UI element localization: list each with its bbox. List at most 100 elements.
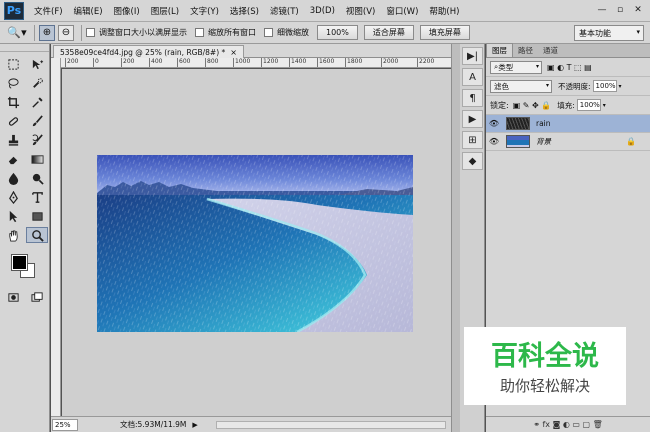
marquee-tool-icon[interactable] [2,56,24,72]
zoom-tool-preset-icon[interactable]: 🔍▾ [4,24,30,42]
fill-field[interactable]: 100% [576,99,601,111]
chevron-down-icon: ▾ [636,28,640,36]
window-controls: — ▫ ✕ [594,3,646,17]
blend-row: 滤色 ▾ 不透明度: 100% ▾ [486,77,650,96]
menu-select[interactable]: 选择(S) [230,5,259,17]
history-brush-tool-icon[interactable] [26,132,48,148]
hand-tool-icon[interactable] [2,227,24,243]
properties-panel-icon[interactable]: ⊞ [462,131,483,149]
panel-grip[interactable] [0,44,49,52]
ruler-tick: 200 [65,58,78,67]
minimize-icon[interactable]: — [594,3,610,17]
actions-panel-icon[interactable]: ▶ [462,110,483,128]
menu-window[interactable]: 窗口(W) [386,5,418,17]
menu-file[interactable]: 文件(F) [34,5,63,17]
color-swatches[interactable] [6,251,43,281]
canvas-area[interactable] [62,69,451,416]
paragraph-panel-icon[interactable]: ¶ [462,89,483,107]
ruler-tick: 200 [121,58,134,67]
vertical-ruler[interactable] [51,58,61,416]
menu-view[interactable]: 视图(V) [346,5,375,17]
actual-pixels-button[interactable]: 100% [317,25,358,40]
zoom-level-field[interactable]: 25% [52,418,78,431]
ruler-tick: 800 [205,58,218,67]
blur-tool-icon[interactable] [2,170,24,186]
layer-actions-icons[interactable]: ⚭ fx ◙ ◐ ▭ ▢ 🗑 [533,420,603,429]
eraser-tool-icon[interactable] [2,151,24,167]
document-tab[interactable]: 5358e09ce4fd4.jpg @ 25% (rain, RGB/8#) *… [53,45,244,58]
layer-thumbnail [506,117,530,130]
layer-thumbnail [506,135,530,148]
type-tool-icon[interactable] [26,189,48,205]
crop-tool-icon[interactable] [2,94,24,110]
scrubby-zoom-label: 细微缩放 [277,28,309,37]
separator [81,24,82,41]
filter-icons[interactable]: ▣ ◐ T ⬚ ▤ [547,63,592,72]
checkbox-box[interactable] [195,28,204,37]
screen-mode-icon[interactable] [26,289,48,305]
brush-tool-icon[interactable] [26,113,48,129]
status-menu-arrow-icon[interactable]: ▶ [192,421,197,429]
layer-row-rain[interactable]: 👁 rain [486,115,650,133]
scrubby-zoom-checkbox[interactable]: 细微缩放 [264,27,309,38]
workspace-select[interactable]: 基本功能 ▾ [574,25,644,41]
fill-label: 填充: [557,100,575,110]
quick-selection-tool-icon[interactable] [26,75,48,91]
lock-label: 锁定: [490,100,509,110]
menu-3d[interactable]: 3D(D) [310,6,335,16]
maximize-icon[interactable]: ▫ [612,3,628,17]
layer-row-background[interactable]: 👁 背景 🔒 [486,133,650,151]
eyedropper-tool-icon[interactable] [26,94,48,110]
ruler-tick: 600 [177,58,190,67]
resize-windows-checkbox[interactable]: 调整窗口大小以满屏显示 [86,27,187,38]
3d-panel-icon[interactable]: ◆ [462,152,483,170]
foreground-color-swatch[interactable] [11,254,28,271]
clone-stamp-tool-icon[interactable] [2,132,24,148]
move-tool-icon[interactable] [26,56,48,72]
blend-mode-select[interactable]: 滤色 ▾ [490,79,552,93]
pen-tool-icon[interactable] [2,189,24,205]
chevron-down-icon: ▾ [545,81,549,89]
opacity-field[interactable]: 100% [592,80,617,92]
tab-layers[interactable]: 图层 [486,43,513,57]
history-panel-icon[interactable]: ▶| [462,47,483,65]
menu-type[interactable]: 文字(Y) [190,5,219,17]
gradient-tool-icon[interactable] [26,151,48,167]
close-icon[interactable]: × [230,48,237,57]
character-panel-icon[interactable]: A [462,68,483,86]
eye-icon[interactable]: 👁 [486,119,502,128]
close-icon[interactable]: ✕ [630,3,646,17]
zoom-tool-icon[interactable] [26,227,48,243]
menu-layer[interactable]: 图层(L) [151,5,179,17]
layers-panel-footer: ⚭ fx ◙ ◐ ▭ ▢ 🗑 [486,416,650,432]
checkbox-box[interactable] [86,28,95,37]
tab-paths[interactable]: 路径 [513,44,538,57]
horizontal-scrollbar[interactable] [216,421,446,429]
lasso-tool-icon[interactable] [2,75,24,91]
fit-screen-button[interactable]: 适合屏幕 [363,25,414,40]
rectangle-tool-icon[interactable] [26,208,48,224]
layer-filter-row: ⌕ 类型 ▾ ▣ ◐ T ⬚ ▤ [486,58,650,77]
checkbox-box[interactable] [264,28,273,37]
menu-help[interactable]: 帮助(H) [429,5,459,17]
menu-bar: Ps 文件(F) 编辑(E) 图像(I) 图层(L) 文字(Y) 选择(S) 滤… [0,0,650,22]
menu-image[interactable]: 图像(I) [114,5,140,17]
layer-filter-type-select[interactable]: ⌕ 类型 ▾ [490,60,542,74]
path-selection-tool-icon[interactable] [2,208,24,224]
eye-icon[interactable]: 👁 [486,137,502,146]
tab-channels[interactable]: 通道 [538,44,563,57]
chevron-down-icon[interactable]: ▾ [603,102,606,109]
healing-brush-tool-icon[interactable] [2,113,24,129]
zoom-out-icon[interactable]: ⊖ [58,24,74,41]
fill-screen-button[interactable]: 填充屏幕 [419,25,470,40]
lock-icons[interactable]: ▣ ✎ ✥ 🔒 [513,101,552,110]
menu-edit[interactable]: 编辑(E) [74,5,103,17]
zoom-in-icon[interactable]: ⊕ [39,24,55,41]
menu-filter[interactable]: 滤镜(T) [270,5,299,17]
quick-mask-icon[interactable] [2,289,24,305]
horizontal-ruler[interactable]: 200 0 200 400 600 800 1000 1200 1400 160… [61,58,451,68]
zoom-all-windows-checkbox[interactable]: 缩放所有窗口 [195,27,256,38]
beach-photo-canvas[interactable] [97,155,413,332]
dodge-tool-icon[interactable] [26,170,48,186]
chevron-down-icon[interactable]: ▾ [619,83,622,90]
